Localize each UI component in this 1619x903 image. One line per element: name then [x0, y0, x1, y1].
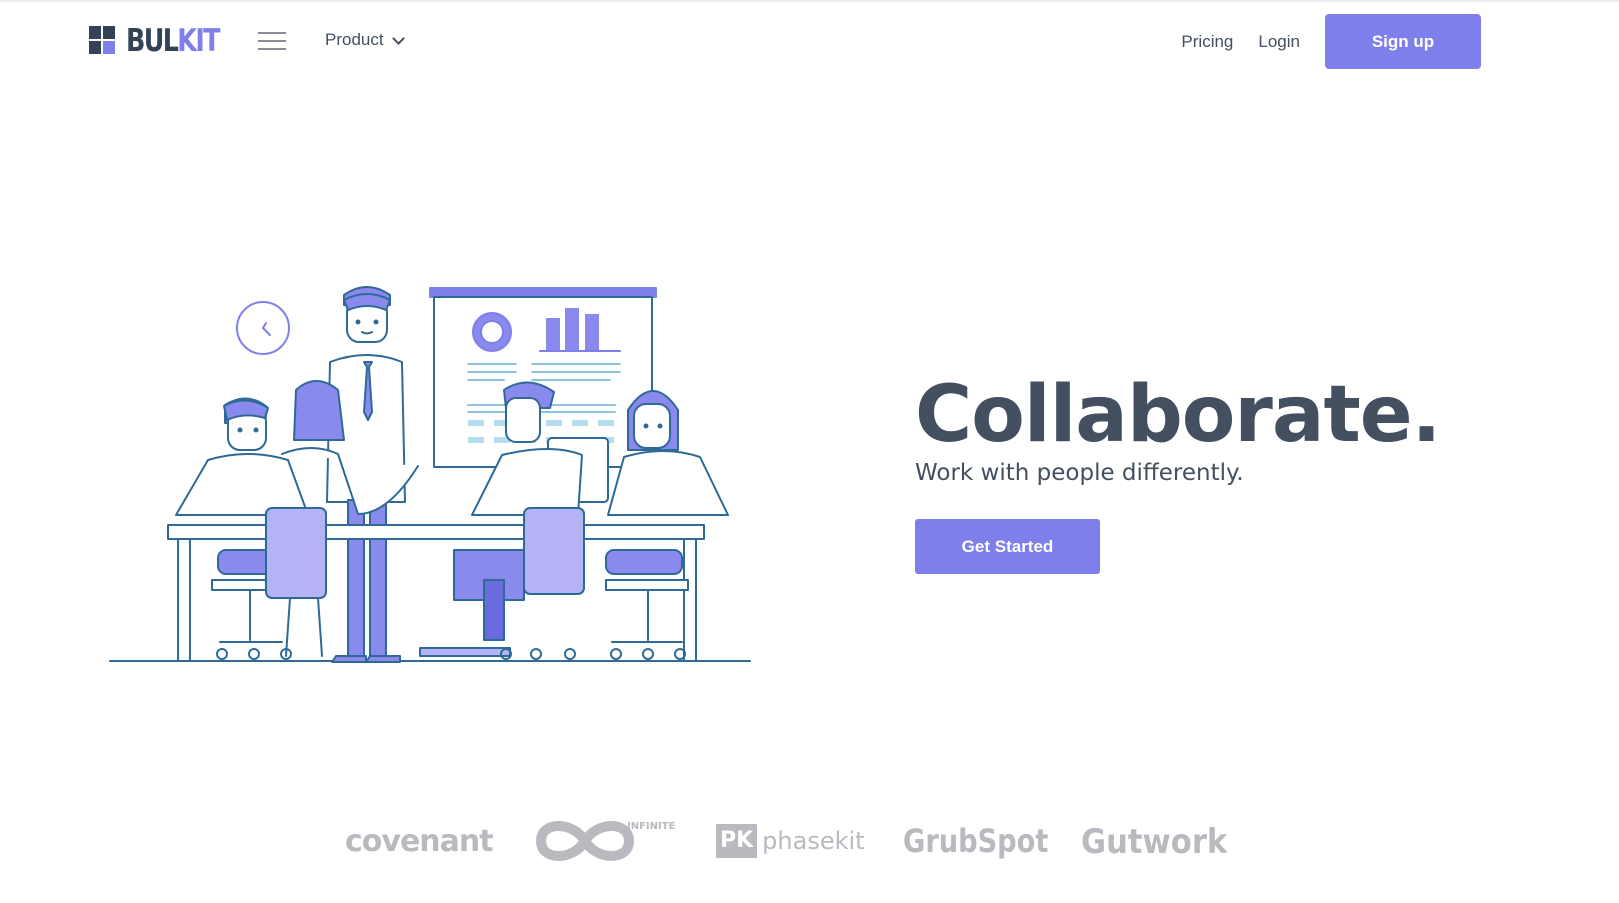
- pk-badge: PK: [716, 824, 758, 858]
- login-link[interactable]: Login: [1258, 32, 1300, 52]
- logo-mark-icon: [89, 26, 117, 56]
- client-logos: covenant INFINITE PK phasekit GrubSpot G…: [340, 810, 1240, 880]
- phasekit-logo: PK phasekit: [716, 824, 865, 858]
- infinite-label: INFINITE: [627, 821, 676, 832]
- hero-subtitle: Work with people differently.: [915, 460, 1244, 486]
- get-started-button[interactable]: Get Started: [915, 519, 1100, 574]
- phasekit-label: phasekit: [762, 827, 865, 855]
- infinite-logo: INFINITE: [535, 815, 675, 871]
- hamburger-icon[interactable]: [258, 32, 286, 52]
- product-dropdown[interactable]: Product: [325, 30, 405, 50]
- pricing-link[interactable]: Pricing: [1181, 32, 1233, 52]
- covenant-logo: covenant: [345, 824, 494, 859]
- presentation-board: [429, 287, 657, 468]
- chevron-down-icon: [391, 31, 405, 45]
- infinity-icon: [535, 821, 635, 861]
- hero-text: Collaborate. Work with people differentl…: [915, 370, 1441, 486]
- brand-text-accent: KIT: [177, 23, 220, 59]
- signup-button[interactable]: Sign up: [1325, 14, 1481, 69]
- brand-name: BULKIT: [126, 23, 221, 59]
- brand-text-dark: BUL: [126, 23, 179, 59]
- meeting-table: [167, 524, 705, 662]
- clock-icon: [236, 301, 290, 355]
- navbar: BULKIT Product Pricing Login Sign up: [0, 0, 1619, 80]
- hero-title: Collaborate.: [915, 370, 1441, 460]
- gutwork-logo: Gutwork: [1081, 822, 1228, 862]
- product-label: Product: [325, 30, 384, 49]
- brand-logo[interactable]: BULKIT: [89, 24, 239, 58]
- grubspot-logo: GrubSpot: [903, 822, 1049, 860]
- nav-actions: Pricing Login Sign up: [1181, 14, 1481, 69]
- team-collaboration-illustration: [109, 286, 751, 663]
